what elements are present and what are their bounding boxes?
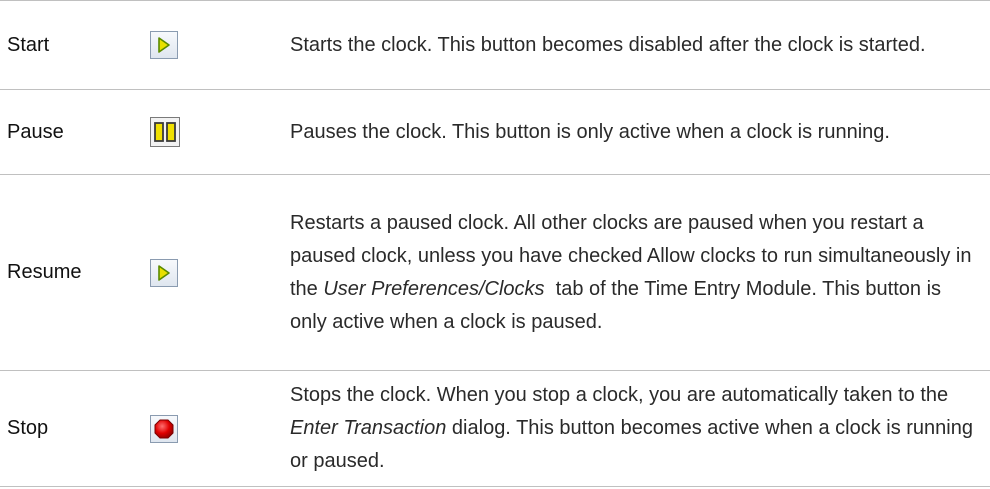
- stop-icon: [154, 419, 174, 438]
- description-pause: Pauses the clock. This button is only ac…: [290, 120, 890, 143]
- button-name-resume: Resume: [7, 261, 82, 283]
- table-row-start: Start Starts the clock. This button beco…: [0, 0, 990, 90]
- enter-transaction-reference: Enter Transaction: [290, 417, 447, 439]
- description-start: Starts the clock. This button becomes di…: [290, 33, 926, 56]
- start-button[interactable]: [150, 31, 178, 59]
- button-name-pause: Pause: [7, 120, 64, 143]
- description-stop-text-1: Stops the clock. When you stop a clock, …: [290, 384, 949, 406]
- button-name-stop: Stop: [7, 417, 49, 439]
- table-row-resume: Resume Restarts a paused clock. All othe…: [0, 175, 990, 371]
- pause-button[interactable]: [150, 117, 180, 147]
- table-row-pause: Pause Pauses the clock. This button is o…: [0, 90, 990, 175]
- table-row-stop: Stop Stops the clock. When you stop a cl…: [0, 371, 990, 487]
- play-icon: [158, 264, 170, 281]
- description-stop: Stops the clock. When you stop a clock, …: [290, 379, 990, 478]
- description-resume: Restarts a paused clock. All other clock…: [290, 207, 990, 339]
- stop-button[interactable]: [150, 414, 178, 443]
- icon-cell-start: [150, 31, 290, 59]
- button-name-start: Start: [7, 33, 50, 56]
- icon-cell-pause: [150, 117, 290, 147]
- user-preferences-clocks-reference: User Preferences/Clocks: [323, 277, 545, 300]
- pause-icon: [154, 122, 176, 142]
- icon-cell-resume: [150, 258, 290, 287]
- resume-button[interactable]: [150, 258, 178, 287]
- clock-buttons-table: Start Starts the clock. This button beco…: [0, 0, 990, 487]
- icon-cell-stop: [150, 414, 290, 443]
- play-icon: [158, 37, 170, 53]
